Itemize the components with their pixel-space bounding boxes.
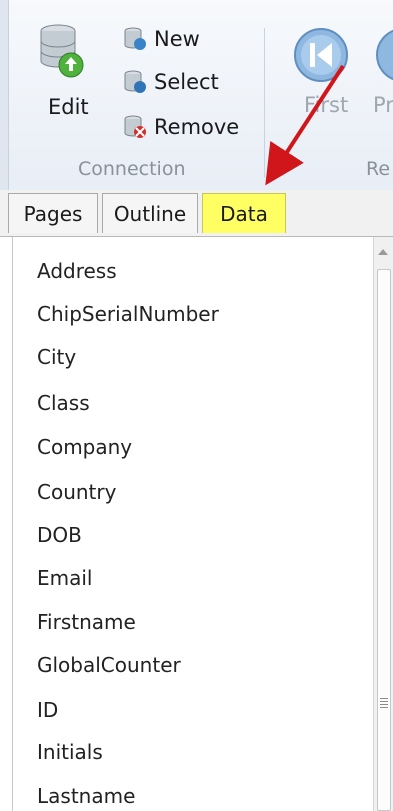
- edit-button[interactable]: Edit: [38, 23, 102, 133]
- database-select-icon: [124, 70, 146, 93]
- remove-button[interactable]: Remove: [123, 110, 239, 144]
- previous-button[interactable]: Pr: [372, 27, 393, 127]
- scroll-thumb[interactable]: [377, 269, 391, 811]
- list-item[interactable]: ChipSerialNumber: [37, 302, 219, 326]
- record-group-label: Re: [366, 158, 391, 180]
- new-label: New: [154, 27, 200, 51]
- list-item[interactable]: Lastname: [37, 784, 135, 808]
- new-button[interactable]: New: [123, 22, 200, 56]
- list-item[interactable]: Country: [37, 480, 116, 504]
- database-remove-icon: [124, 115, 146, 138]
- previous-label: Pr: [373, 93, 393, 117]
- select-label: Select: [154, 70, 219, 94]
- panel-tabbar: Pages Outline Data: [0, 190, 393, 236]
- remove-label: Remove: [154, 115, 240, 139]
- list-item[interactable]: DOB: [37, 523, 82, 547]
- list-item[interactable]: Firstname: [37, 610, 136, 634]
- first-button[interactable]: First: [290, 27, 360, 127]
- database-new-icon: [124, 27, 146, 50]
- connection-group-label: Connection: [78, 158, 186, 180]
- group-separator: [264, 28, 265, 178]
- scroll-up-icon[interactable]: [378, 249, 388, 255]
- list-item[interactable]: GlobalCounter: [37, 653, 181, 677]
- data-field-list: Address ChipSerialNumber City Class Comp…: [12, 237, 373, 811]
- first-label: First: [304, 93, 349, 117]
- list-item[interactable]: City: [37, 345, 76, 369]
- database-edit-icon: [40, 24, 84, 78]
- list-item[interactable]: ID: [37, 698, 58, 722]
- list-item[interactable]: Address: [37, 259, 117, 283]
- list-item[interactable]: Class: [37, 391, 90, 415]
- scroll-grip-icon: [380, 698, 388, 708]
- ribbon-left-edge: [0, 0, 9, 190]
- tab-pages[interactable]: Pages: [8, 193, 98, 233]
- tab-outline[interactable]: Outline: [102, 193, 198, 233]
- vertical-scrollbar[interactable]: [373, 237, 393, 811]
- edit-label: Edit: [48, 95, 89, 119]
- tab-data[interactable]: Data: [202, 193, 286, 233]
- list-item[interactable]: Company: [37, 435, 132, 459]
- first-record-icon: [294, 28, 348, 82]
- list-item[interactable]: Initials: [37, 740, 103, 764]
- previous-record-icon: [376, 29, 393, 81]
- select-button[interactable]: Select: [123, 65, 219, 99]
- list-item[interactable]: Email: [37, 566, 93, 590]
- ribbon: Edit New Select Remove Connection First …: [0, 0, 393, 191]
